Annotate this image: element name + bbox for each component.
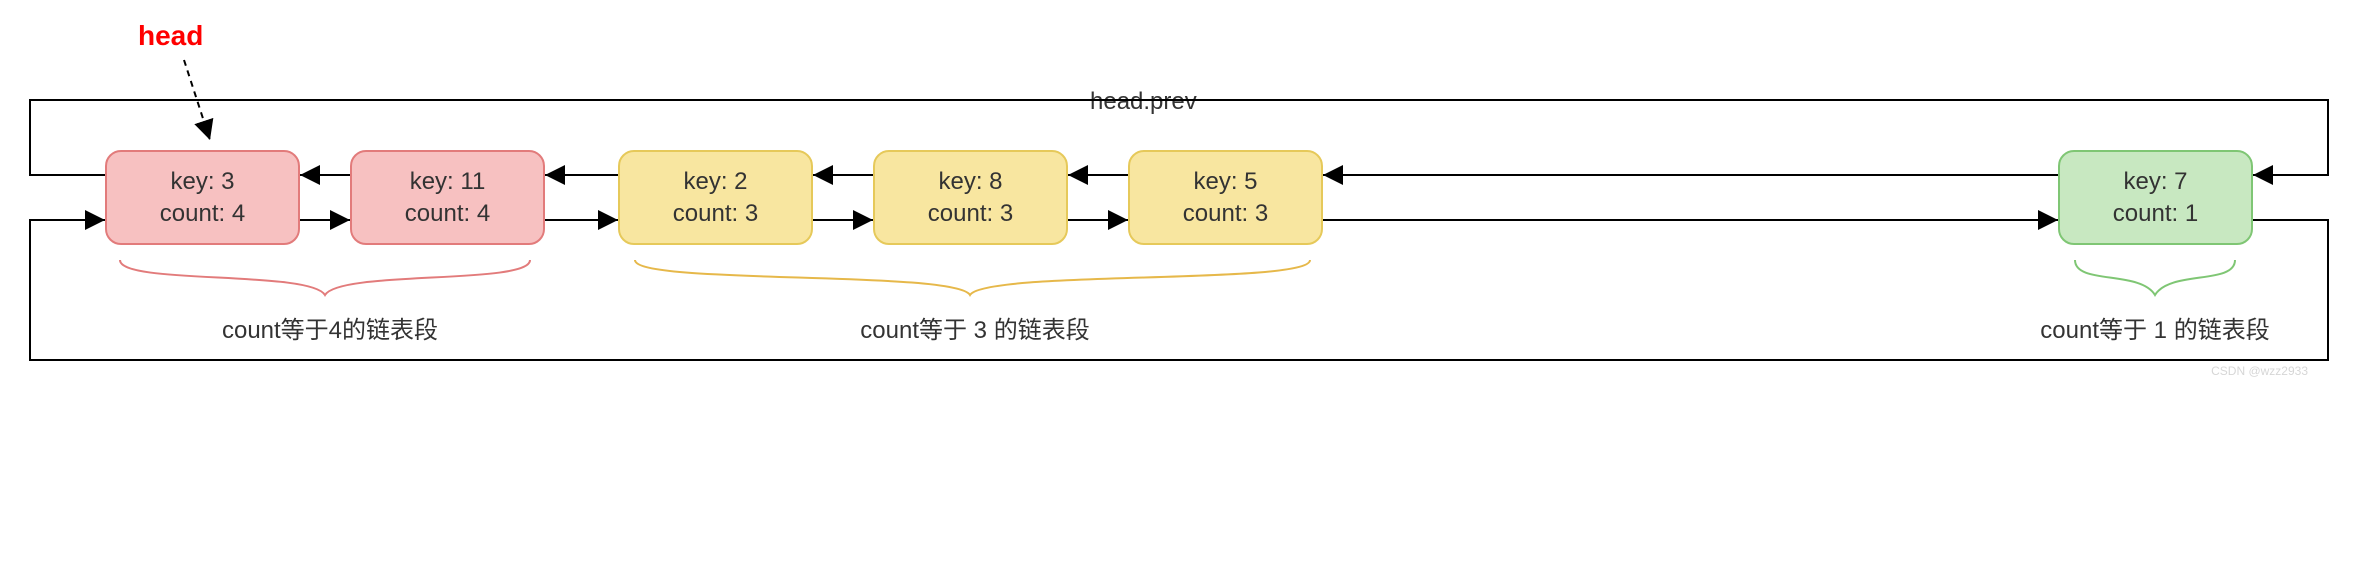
segment-label: count等于4的链表段: [200, 310, 460, 345]
head-arrow: [184, 60, 210, 140]
node-count: count: 4: [405, 198, 490, 229]
head-prev-label: head.prev: [1090, 88, 1197, 116]
segment-brace: [635, 260, 1310, 295]
list-node: key: 3 count: 4: [105, 150, 300, 245]
node-count: count: 3: [1183, 198, 1268, 229]
list-node: key: 7 count: 1: [2058, 150, 2253, 245]
watermark: CSDN @wzz2933: [2211, 364, 2308, 378]
segment-label: count等于 3 的链表段: [840, 310, 1110, 345]
node-count: count: 1: [2113, 198, 2198, 229]
node-key: key: 2: [683, 166, 747, 197]
segment-brace: [120, 260, 530, 295]
node-key: key: 3: [170, 166, 234, 197]
node-key: key: 8: [938, 166, 1002, 197]
segment-brace: [2075, 260, 2235, 295]
node-key: key: 7: [2123, 166, 2187, 197]
list-node: key: 8 count: 3: [873, 150, 1068, 245]
diagram-canvas: head head.prev key: 3 count: 4 key: 11 c…: [10, 20, 2348, 543]
list-node: key: 5 count: 3: [1128, 150, 1323, 245]
list-node: key: 2 count: 3: [618, 150, 813, 245]
node-key: key: 11: [410, 166, 486, 197]
segment-label: count等于 1 的链表段: [2020, 310, 2290, 345]
head-pointer-label: head: [138, 20, 203, 52]
node-count: count: 3: [928, 198, 1013, 229]
list-node: key: 11 count: 4: [350, 150, 545, 245]
node-count: count: 4: [160, 198, 245, 229]
node-count: count: 3: [673, 198, 758, 229]
node-key: key: 5: [1193, 166, 1257, 197]
